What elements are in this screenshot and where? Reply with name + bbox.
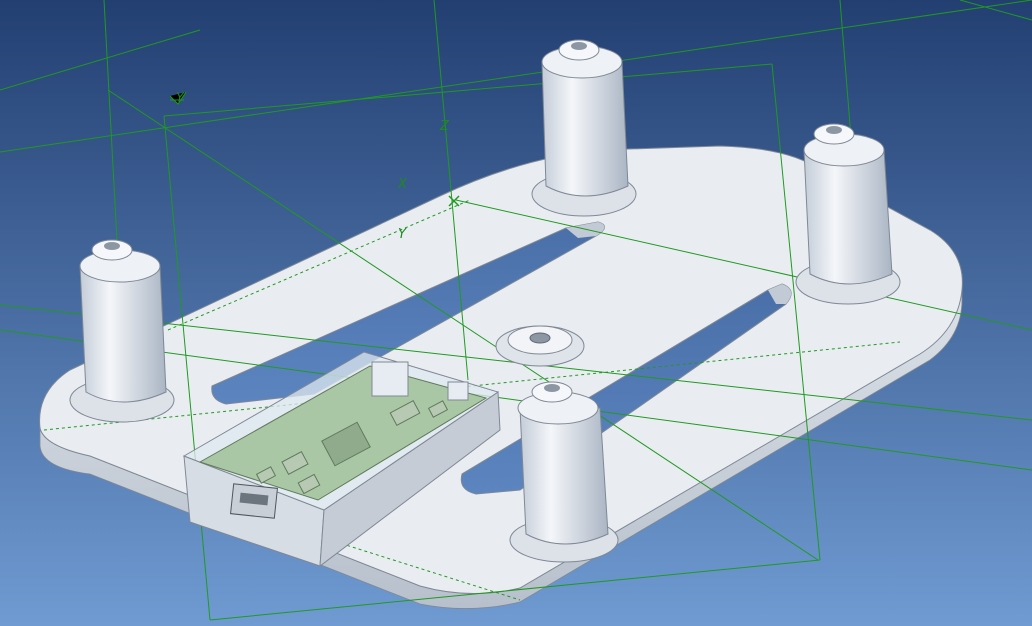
standoff-center[interactable]: [495, 325, 585, 367]
hole-icon: [826, 126, 842, 134]
hole-icon: [571, 42, 587, 50]
axis-label-x: X: [397, 177, 408, 192]
standoff-back-right[interactable]: [795, 123, 901, 305]
standoff-left[interactable]: [69, 239, 175, 423]
usb-connector: [230, 483, 278, 519]
axis-label-z: Z: [439, 119, 450, 134]
enclosure-tab: [371, 361, 409, 397]
cad-viewport[interactable]: Y X Z Y: [0, 0, 1032, 626]
hole-icon: [544, 384, 560, 392]
standoff-back-left[interactable]: [531, 39, 637, 217]
hole-icon: [104, 242, 120, 250]
3d-scene[interactable]: Y X Z Y: [0, 0, 1032, 626]
hole-icon: [529, 332, 551, 344]
enclosure-tab: [447, 381, 469, 401]
axis-label-y-top: Y: [176, 91, 185, 106]
axis-label-y-mid: Y: [398, 227, 407, 242]
